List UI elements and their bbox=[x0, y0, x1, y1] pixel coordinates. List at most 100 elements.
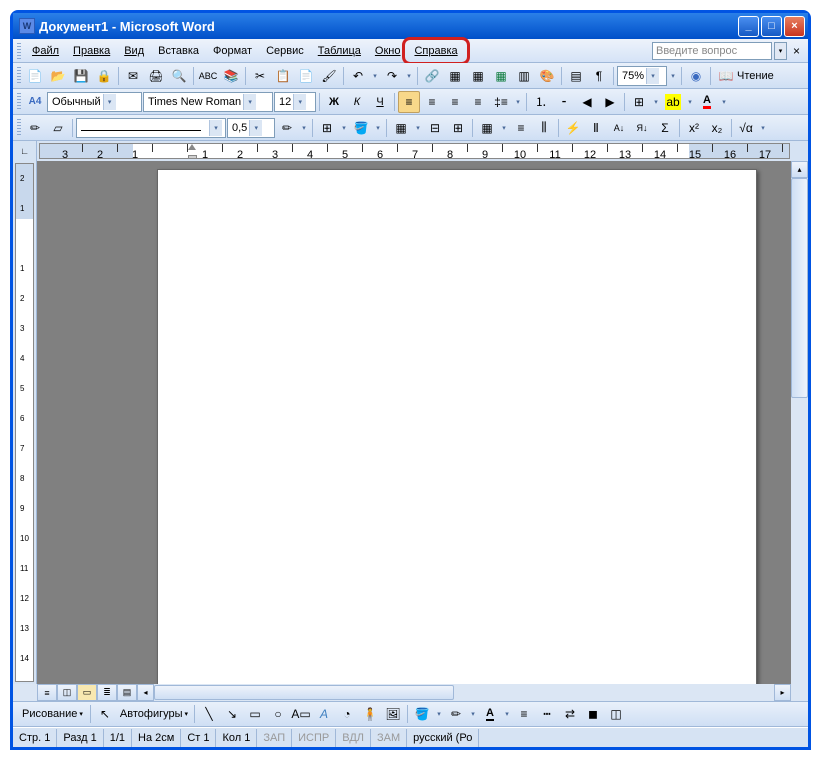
minimize-button[interactable]: _ bbox=[738, 16, 759, 37]
outline-view-button[interactable]: ≣ bbox=[97, 684, 117, 701]
scroll-right-button[interactable]: ▸ bbox=[774, 684, 791, 701]
hscroll-thumb[interactable] bbox=[154, 685, 454, 700]
status-at[interactable]: На 2см bbox=[132, 729, 181, 747]
sort-desc-button[interactable]: Я↓ bbox=[631, 117, 653, 139]
outside-border-dropdown[interactable]: ▾ bbox=[339, 117, 349, 139]
line-color-button[interactable]: ✏ bbox=[445, 703, 467, 725]
table-autoformat-button[interactable]: ⚡ bbox=[562, 117, 584, 139]
status-page[interactable]: Стр. 1 bbox=[13, 729, 57, 747]
split-cells-button[interactable]: ⊞ bbox=[447, 117, 469, 139]
web-view-button[interactable]: ◫ bbox=[57, 684, 77, 701]
undo-button[interactable]: ↶ bbox=[347, 65, 369, 87]
font-color-dropdown-2[interactable]: ▾ bbox=[502, 703, 512, 725]
font-combo[interactable]: Times New Roman▾ bbox=[143, 92, 273, 112]
vertical-scrollbar[interactable]: ▴ ▾ ⇈ ○ ⇊ bbox=[791, 161, 808, 684]
oval-button[interactable]: ○ bbox=[267, 703, 289, 725]
spellcheck-button[interactable]: ABC bbox=[197, 65, 219, 87]
distribute-cols-button[interactable]: ⫼ bbox=[533, 117, 555, 139]
diagram-button[interactable]: ◔ bbox=[336, 703, 358, 725]
help-button[interactable]: ◉ bbox=[685, 65, 707, 87]
shadow-button[interactable]: ◼ bbox=[582, 703, 604, 725]
toolbar-grip[interactable] bbox=[17, 119, 21, 137]
status-trk[interactable]: ИСПР bbox=[292, 729, 336, 747]
help-search-dropdown[interactable]: ▾ bbox=[774, 42, 787, 60]
numbering-button[interactable]: ⒈ bbox=[530, 91, 552, 113]
scroll-left-button[interactable]: ◂ bbox=[137, 684, 154, 701]
wordart-button[interactable]: A bbox=[313, 703, 335, 725]
status-pages[interactable]: 1/1 bbox=[104, 729, 132, 747]
eraser-button[interactable]: ▱ bbox=[47, 117, 69, 139]
vertical-ruler[interactable]: 211234567891011121314 bbox=[13, 161, 37, 684]
status-section[interactable]: Разд 1 bbox=[57, 729, 103, 747]
rectangle-button[interactable]: ▭ bbox=[244, 703, 266, 725]
autosum-button[interactable]: Σ bbox=[654, 117, 676, 139]
bold-button[interactable]: Ж bbox=[323, 91, 345, 113]
menu-tools[interactable]: Сервис bbox=[259, 42, 311, 60]
tables-borders-button[interactable]: ▦ bbox=[444, 65, 466, 87]
align-left-button[interactable]: ≡ bbox=[398, 91, 420, 113]
permission-button[interactable]: 🔒 bbox=[93, 65, 115, 87]
distribute-rows-button[interactable]: ≡ bbox=[510, 117, 532, 139]
text-direction-button[interactable]: Ⅱ bbox=[585, 117, 607, 139]
justify-button[interactable]: ≡ bbox=[467, 91, 489, 113]
underline-button[interactable]: Ч bbox=[369, 91, 391, 113]
zoom-dropdown[interactable]: ▾ bbox=[668, 65, 678, 87]
draw-table-button[interactable]: ✏ bbox=[24, 117, 46, 139]
reading-layout-button[interactable]: 📖Чтение bbox=[714, 65, 778, 87]
menu-format[interactable]: Формат bbox=[206, 42, 259, 60]
insert-picture-button[interactable]: 🖼 bbox=[382, 703, 404, 725]
align-top-left-button[interactable]: ▦ bbox=[476, 117, 498, 139]
status-ext[interactable]: ВДЛ bbox=[336, 729, 371, 747]
drawing-toolbar-button[interactable]: 🎨 bbox=[536, 65, 558, 87]
highlight-dropdown[interactable]: ▾ bbox=[685, 91, 695, 113]
decrease-indent-button[interactable]: ◀ bbox=[576, 91, 598, 113]
font-color-button-2[interactable]: A bbox=[479, 703, 501, 725]
select-objects-button[interactable]: ↖ bbox=[94, 703, 116, 725]
redo-button[interactable]: ↷ bbox=[381, 65, 403, 87]
sort-asc-button[interactable]: A↓ bbox=[608, 117, 630, 139]
status-rec[interactable]: ЗАП bbox=[257, 729, 292, 747]
page[interactable] bbox=[157, 169, 757, 684]
insert-table-dropdown[interactable]: ▾ bbox=[413, 117, 423, 139]
merge-cells-button[interactable]: ⊟ bbox=[424, 117, 446, 139]
line-spacing-button[interactable]: ‡≡ bbox=[490, 91, 512, 113]
equation-button[interactable]: √α bbox=[735, 117, 757, 139]
font-color-button[interactable]: A bbox=[696, 91, 718, 113]
menu-edit[interactable]: Правка bbox=[66, 42, 117, 60]
fill-color-button[interactable]: 🪣 bbox=[411, 703, 433, 725]
menu-window[interactable]: Окно bbox=[368, 42, 408, 60]
line-spacing-dropdown[interactable]: ▾ bbox=[513, 91, 523, 113]
vscroll-thumb[interactable] bbox=[791, 178, 808, 398]
format-painter-button[interactable]: 🖌 bbox=[318, 65, 340, 87]
font-size-combo[interactable]: 12▾ bbox=[274, 92, 316, 112]
line-weight-combo[interactable]: 0,5▾ bbox=[227, 118, 275, 138]
fill-color-dropdown[interactable]: ▾ bbox=[434, 703, 444, 725]
help-search-input[interactable] bbox=[652, 42, 772, 60]
cut-button[interactable]: ✂ bbox=[249, 65, 271, 87]
clipart-button[interactable]: 🧍 bbox=[359, 703, 381, 725]
3d-button[interactable]: ◫ bbox=[605, 703, 627, 725]
arrow-style-button[interactable]: ⇄ bbox=[559, 703, 581, 725]
research-button[interactable]: 📚 bbox=[220, 65, 242, 87]
save-button[interactable]: 💾 bbox=[70, 65, 92, 87]
status-ovr[interactable]: ЗАМ bbox=[371, 729, 407, 747]
line-style-button[interactable]: ≡ bbox=[513, 703, 535, 725]
borders-button[interactable]: ⊞ bbox=[628, 91, 650, 113]
email-button[interactable]: ✉ bbox=[122, 65, 144, 87]
styles-pane-button[interactable]: A4 bbox=[24, 91, 46, 113]
menu-insert[interactable]: Вставка bbox=[151, 42, 206, 60]
insert-table-button-2[interactable]: ▦ bbox=[390, 117, 412, 139]
shading-color-button[interactable]: 🪣 bbox=[350, 117, 372, 139]
horizontal-ruler[interactable]: 3211234567891011121314151617 bbox=[39, 143, 790, 159]
toolbar-options[interactable]: ▾ bbox=[758, 117, 768, 139]
border-color-button[interactable]: ✏ bbox=[276, 117, 298, 139]
outside-border-button[interactable]: ⊞ bbox=[316, 117, 338, 139]
columns-button[interactable]: ▥ bbox=[513, 65, 535, 87]
hscroll-track[interactable] bbox=[154, 684, 774, 701]
toolbar-grip[interactable] bbox=[17, 93, 21, 111]
shading-dropdown[interactable]: ▾ bbox=[373, 117, 383, 139]
menu-help[interactable]: Справка bbox=[407, 42, 464, 60]
print-view-button[interactable]: ▭ bbox=[77, 684, 97, 701]
cell-align-dropdown[interactable]: ▾ bbox=[499, 117, 509, 139]
toolbar-grip[interactable] bbox=[17, 67, 21, 85]
